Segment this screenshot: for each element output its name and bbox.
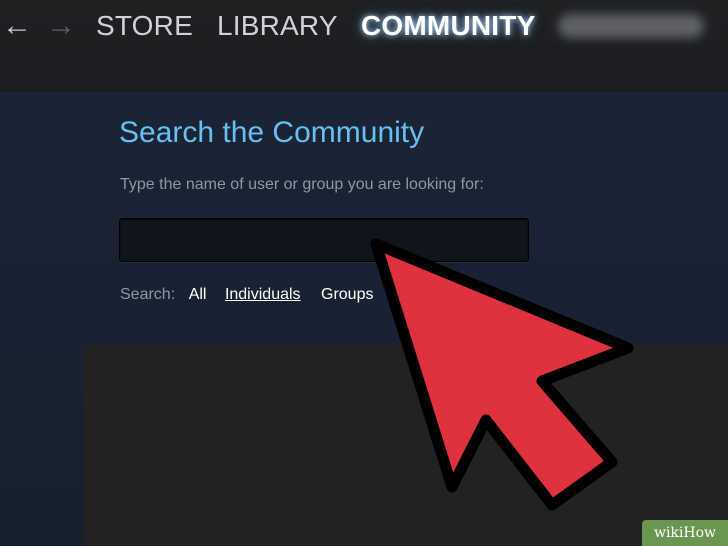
nav-library-link[interactable]: LIBRARY [217,8,338,44]
search-filter-row: Search: All Individuals Groups [120,286,373,308]
nav-store-link[interactable]: STORE [96,8,193,44]
search-results-panel [84,344,728,546]
filter-individuals-link[interactable]: Individuals [225,286,301,303]
wikihow-watermark: wikiHow [642,520,728,546]
page-title: Search the Community [119,116,425,149]
steam-client-window: ← → STORE LIBRARY COMMUNITY Search the C… [0,0,728,546]
forward-arrow-icon[interactable]: → [46,8,76,44]
filter-label: Search: [120,286,176,303]
back-arrow-icon[interactable]: ← [2,8,32,44]
nav-community-link[interactable]: COMMUNITY [361,8,535,44]
search-hint-text: Type the name of user or group you are l… [120,176,484,193]
top-navigation-bar: ← → STORE LIBRARY COMMUNITY [0,0,728,92]
community-search-input[interactable] [119,218,529,262]
nav-username-blurred[interactable] [558,14,704,38]
community-search-section: Search the Community Type the name of us… [0,92,728,546]
filter-groups-link[interactable]: Groups [321,286,373,303]
filter-all-link[interactable]: All [189,286,207,303]
